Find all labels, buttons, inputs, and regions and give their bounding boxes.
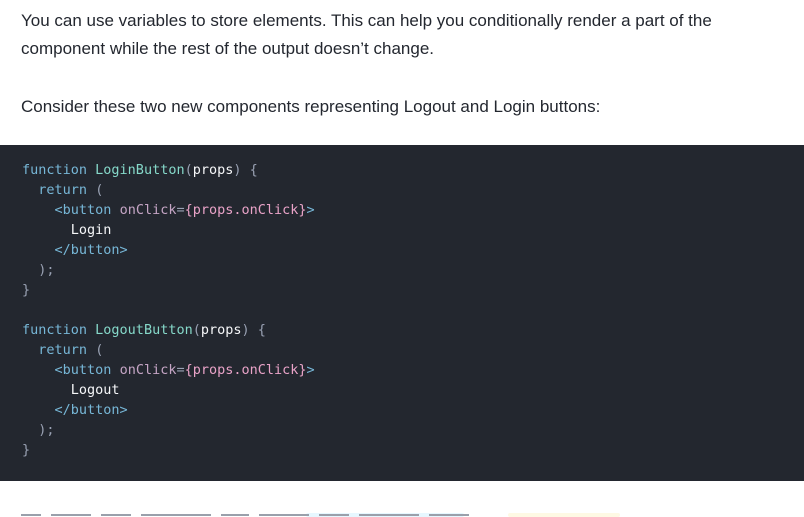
paragraph-components-intro: Consider these two new components repres… <box>21 97 601 116</box>
code-line-13: </button> <box>54 402 128 418</box>
code-line-6: ); <box>38 262 55 278</box>
code-listing: function LoginButton(props) { return ( <… <box>22 160 315 460</box>
code-line-1: function LoginButton(props) { <box>22 162 258 178</box>
code-line-11: <button onClick={props.onClick}> <box>54 362 315 378</box>
code-line-14: ); <box>38 422 55 438</box>
code-line-12: Logout <box>70 382 120 398</box>
code-line-2: return ( <box>38 182 104 198</box>
code-line-7: } <box>22 282 31 298</box>
code-line-3: <button onClick={props.onClick}> <box>54 202 315 218</box>
code-line-15: } <box>22 442 31 458</box>
code-line-5: </button> <box>54 242 128 258</box>
code-block: function LoginButton(props) { return ( <… <box>0 145 804 481</box>
paragraph-conditional-rendering: You can use variables to store elements.… <box>21 11 712 58</box>
code-line-4: Login <box>70 222 112 238</box>
code-line-10: return ( <box>38 342 104 358</box>
code-line-9: function LogoutButton(props) { <box>22 322 266 338</box>
